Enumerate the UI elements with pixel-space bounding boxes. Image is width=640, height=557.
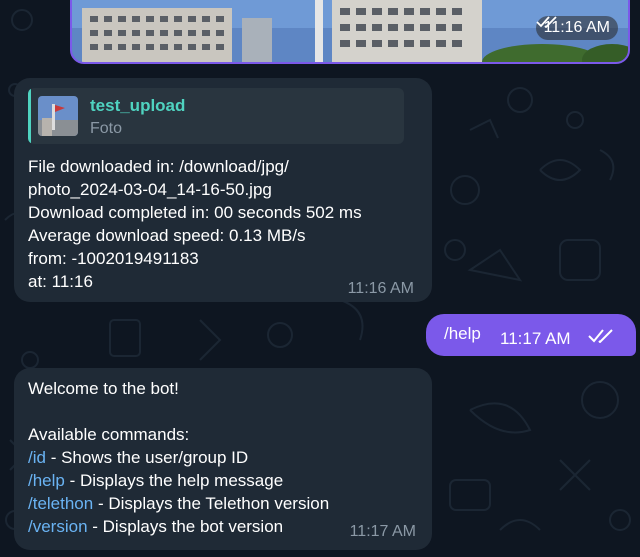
text-line: File downloaded in: /download/jpg/	[28, 157, 289, 176]
command-description: - Displays the bot version	[87, 517, 284, 536]
text-line: Download completed in: 00 seconds 502 ms	[28, 203, 362, 222]
command-link[interactable]: /id	[28, 448, 46, 467]
text-line: at: 11:16	[28, 272, 93, 291]
command-line: /telethon - Displays the Telethon versio…	[28, 492, 329, 515]
incoming-message-help-reply[interactable]: Welcome to the bot! Available commands: …	[14, 368, 432, 550]
command-line: /id - Shows the user/group ID	[28, 446, 329, 469]
message-text: /help	[444, 324, 481, 343]
message-time: 11:16 AM	[535, 16, 618, 40]
text-line: Welcome to the bot!	[28, 379, 179, 398]
reply-thumbnail	[38, 96, 78, 136]
message-text: Welcome to the bot! Available commands: …	[28, 377, 329, 538]
reply-subtitle: Foto	[90, 120, 123, 137]
command-link[interactable]: /help	[28, 471, 65, 490]
reply-accent-bar	[28, 88, 31, 144]
text-line: from: -1002019491183	[28, 249, 199, 268]
double-check-icon	[535, 16, 557, 28]
reply-title: test_upload	[90, 96, 186, 115]
command-description: - Displays the help message	[64, 471, 284, 490]
text-line: Available commands:	[28, 425, 190, 444]
message-time: 11:16 AM	[347, 280, 414, 297]
reply-preview[interactable]: test_upload Foto	[28, 88, 404, 144]
incoming-message-download-info[interactable]: test_upload Foto File downloaded in: /do…	[14, 78, 432, 302]
command-link[interactable]: /telethon	[28, 494, 93, 513]
command-line: /version - Displays the bot version	[28, 515, 329, 538]
outgoing-message-help[interactable]: /help 11:17 AM	[426, 314, 636, 356]
command-link[interactable]: /version	[28, 517, 88, 536]
command-description: - Shows the user/group ID	[45, 448, 249, 467]
text-line: photo_2024-03-04_14-16-50.jpg	[28, 180, 272, 199]
text-line: Average download speed: 0.13 MB/s	[28, 226, 306, 245]
message-time: 11:17 AM	[500, 329, 571, 348]
double-check-icon	[588, 329, 613, 343]
command-description: - Displays the Telethon version	[93, 494, 330, 513]
outgoing-photo-message[interactable]: 11:16 AM	[70, 0, 630, 64]
message-time: 11:17 AM	[349, 523, 416, 540]
command-line: /help - Displays the help message	[28, 469, 329, 492]
message-text: File downloaded in: /download/jpg/ photo…	[28, 155, 362, 293]
